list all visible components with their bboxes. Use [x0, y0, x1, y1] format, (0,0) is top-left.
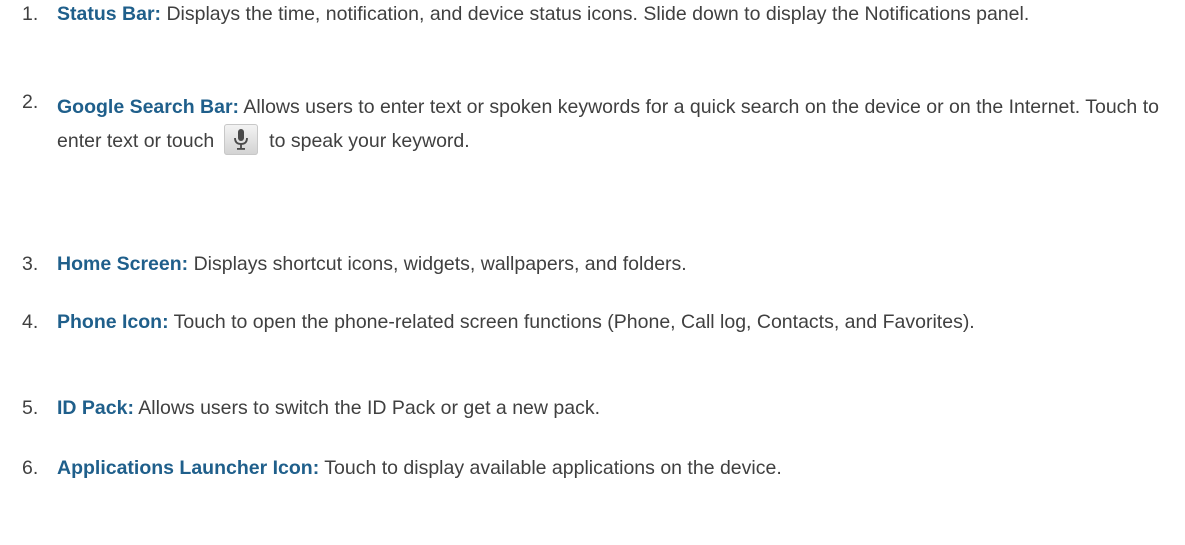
- item-term: Home Screen:: [57, 253, 189, 275]
- item-number: 2.: [22, 91, 39, 113]
- item-description: Displays the time, notification, and dev…: [166, 3, 1030, 25]
- microphone-icon: [224, 124, 259, 156]
- item-term: Status Bar:: [57, 3, 162, 25]
- item-description: Touch to display available applications …: [324, 457, 782, 479]
- item-body: ID Pack: Allows users to switch the ID P…: [57, 396, 1167, 421]
- item-body: Home Screen: Displays shortcut icons, wi…: [57, 252, 1167, 277]
- item-description: Touch to open the phone-related screen f…: [173, 311, 975, 333]
- item-body: Phone Icon: Touch to open the phone-rela…: [57, 310, 1167, 335]
- item-number: 4.: [22, 311, 39, 333]
- item-description-part2: to speak your keyword.: [269, 130, 470, 152]
- item-body: Google Search Bar: Allows users to enter…: [57, 90, 1167, 158]
- item-description: Displays shortcut icons, widgets, wallpa…: [193, 253, 687, 275]
- item-number: 1.: [22, 3, 39, 25]
- item-term: Google Search Bar:: [57, 96, 240, 118]
- item-description: Allows users to switch the ID Pack or ge…: [138, 397, 600, 419]
- item-body: Applications Launcher Icon: Touch to dis…: [57, 456, 1167, 481]
- item-term: Applications Launcher Icon:: [57, 457, 320, 479]
- item-number: 5.: [22, 397, 39, 419]
- item-number: 3.: [22, 253, 39, 275]
- microphone-glyph: [234, 129, 249, 151]
- item-number: 6.: [22, 457, 39, 479]
- item-body: Status Bar: Displays the time, notificat…: [57, 2, 1167, 27]
- item-term: ID Pack:: [57, 397, 134, 419]
- item-term: Phone Icon:: [57, 311, 169, 333]
